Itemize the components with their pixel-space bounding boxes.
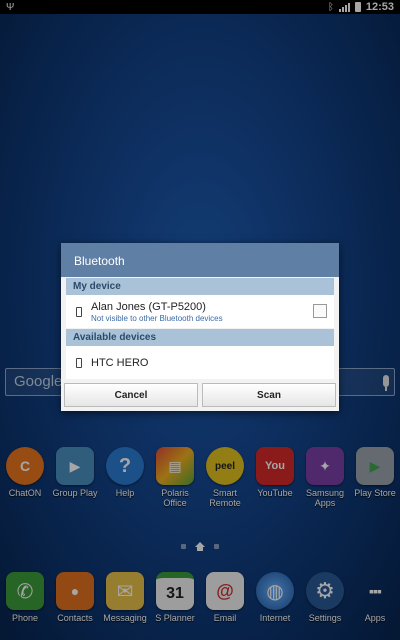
my-device-name: Alan Jones (GT-P5200) (91, 300, 206, 313)
device-text: Alan Jones (GT-P5200) Not visible to oth… (91, 301, 223, 323)
available-device-name: HTC HERO (91, 356, 149, 369)
available-devices-header: Available devices (66, 329, 334, 346)
my-device-row[interactable]: Alan Jones (GT-P5200) Not visible to oth… (66, 295, 334, 328)
my-device-header: My device (66, 278, 334, 295)
device-phone-icon (76, 306, 82, 317)
visibility-checkbox[interactable] (313, 304, 327, 318)
available-device-row[interactable]: HTC HERO (66, 346, 334, 379)
device-phone-icon (76, 357, 82, 368)
my-device-visibility: Not visible to other Bluetooth devices (91, 313, 223, 323)
device-text: HTC HERO (91, 357, 148, 369)
dialog-buttons: Cancel Scan (64, 383, 336, 408)
dialog-title: Bluetooth (61, 243, 339, 277)
scan-button[interactable]: Scan (202, 383, 336, 407)
cancel-button[interactable]: Cancel (64, 383, 198, 407)
bluetooth-dialog: Bluetooth My device Alan Jones (GT-P5200… (61, 243, 339, 411)
